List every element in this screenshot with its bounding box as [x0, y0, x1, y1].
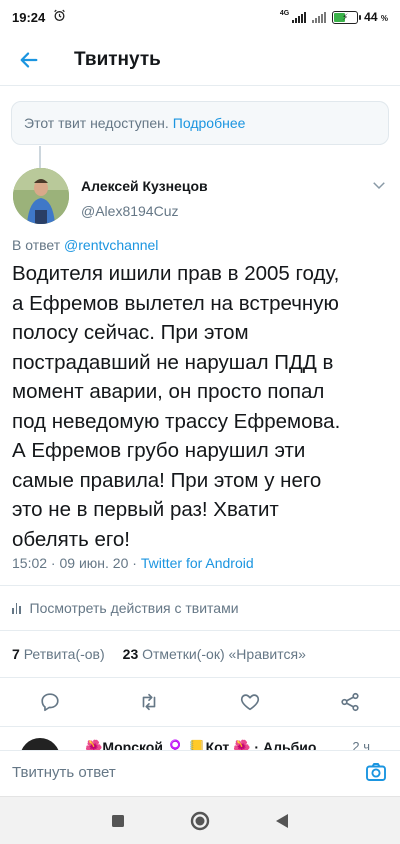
likes-stat[interactable]: 23 Отметки(-ок) «Нравится»: [123, 646, 306, 662]
reply-composer[interactable]: Твитнуть ответ: [0, 750, 400, 794]
analytics-icon: [12, 602, 21, 614]
page-title: Твитнуть: [74, 48, 161, 70]
tweet-line: момент аварии, он просто попал: [12, 380, 325, 403]
divider: [0, 630, 400, 631]
author-handle: @Alex8194Cuz: [81, 203, 179, 219]
reply-input[interactable]: Твитнуть ответ: [12, 764, 116, 781]
back-button[interactable]: [0, 34, 58, 86]
camera-button[interactable]: [364, 760, 388, 784]
back-nav-button[interactable]: [270, 809, 294, 833]
recents-button[interactable]: [106, 809, 130, 833]
retweets-stat[interactable]: 7 Ретвита(-ов): [12, 646, 105, 662]
thread-connector: [39, 146, 41, 168]
retweet-button[interactable]: [135, 688, 163, 716]
tweet-line: А Ефремов грубо нарушил эти: [12, 439, 306, 462]
camera-icon: [366, 763, 386, 781]
alarm-icon: [53, 9, 66, 25]
divider: [0, 677, 400, 678]
divider: [0, 585, 400, 586]
tweet-timestamp: 15:02 · 09 июн. 20 · Twitter for Android: [12, 555, 254, 571]
avatar: [20, 738, 60, 750]
unavailable-text: Этот твит недоступен.: [24, 115, 169, 131]
triangle-back-icon: [276, 814, 288, 828]
tweet-line: самые правила! При этом у него: [12, 468, 322, 492]
reply-author-name: 🌺Морской ♀️ 📒Кот 🌺 · Альбио: [85, 739, 317, 750]
tweet-line: Водителя ишили прав в 2005 году,: [12, 262, 340, 285]
tweet-source-link[interactable]: Twitter for Android: [141, 555, 254, 571]
signal-icon: [292, 11, 307, 23]
heart-icon: [240, 694, 260, 711]
reply-time: 2 ч: [352, 739, 370, 750]
top-app-bar: Твитнуть: [0, 34, 400, 86]
more-options-button[interactable]: [370, 176, 388, 194]
status-time: 19:24: [12, 9, 46, 25]
status-bar: 19:24 4G ⚡ 44 %: [0, 0, 400, 34]
tweet-line: обелять его!: [12, 527, 130, 551]
reply-button[interactable]: [36, 688, 64, 716]
tweet-text: Водителя ишили прав в 2005 году, а Ефрем…: [12, 259, 392, 554]
tweet-line: это не в первый раз! Хватит: [12, 498, 279, 521]
next-reply-preview[interactable]: 🌺Морской ♀️ 📒Кот 🌺 · Альбио 2 ч: [0, 736, 400, 750]
share-icon: [341, 692, 359, 712]
tweet-actions: [0, 680, 400, 724]
learn-more-link[interactable]: Подробнее: [173, 115, 246, 131]
author-name: Алексей Кузнецов: [81, 178, 208, 194]
divider: [0, 726, 400, 727]
tweet-line: полосу сейчас. При этом: [12, 321, 249, 344]
tweet-line: под неведомую трассу Ефремова.: [12, 409, 341, 433]
home-circle-icon: [190, 811, 210, 831]
like-button[interactable]: [236, 688, 264, 716]
chevron-down-icon: [373, 182, 385, 190]
reply-mention-link[interactable]: @rentvchannel: [64, 237, 158, 253]
view-tweet-activity-link[interactable]: Посмотреть действия с твитами: [12, 598, 239, 618]
reply-icon: [41, 693, 59, 712]
battery-percent: 44 %: [364, 10, 388, 24]
unavailable-tweet-notice: Этот твит недоступен. Подробнее: [11, 101, 389, 145]
square-icon: [112, 815, 124, 827]
tweet-stats: 7 Ретвита(-ов) 23 Отметки(-ок) «Нравится…: [12, 646, 306, 662]
system-nav-bar: [0, 796, 400, 844]
arrow-left-icon: [20, 51, 38, 68]
tweet-author[interactable]: Алексей Кузнецов @Alex8194Cuz: [81, 178, 208, 219]
retweet-icon: [142, 693, 156, 711]
signal-icon-2: [312, 11, 327, 23]
home-button[interactable]: [188, 809, 212, 833]
tweet-line: а Ефремов вылетел на встречную: [12, 291, 339, 315]
avatar[interactable]: [13, 168, 69, 224]
battery-icon: ⚡: [332, 10, 362, 24]
tweet-line: пострадавший не нарушал ПДД в: [12, 350, 334, 374]
share-button[interactable]: [336, 688, 364, 716]
network-type: 4G: [279, 9, 290, 17]
reply-to-line: В ответ @rentvchannel: [12, 237, 159, 253]
